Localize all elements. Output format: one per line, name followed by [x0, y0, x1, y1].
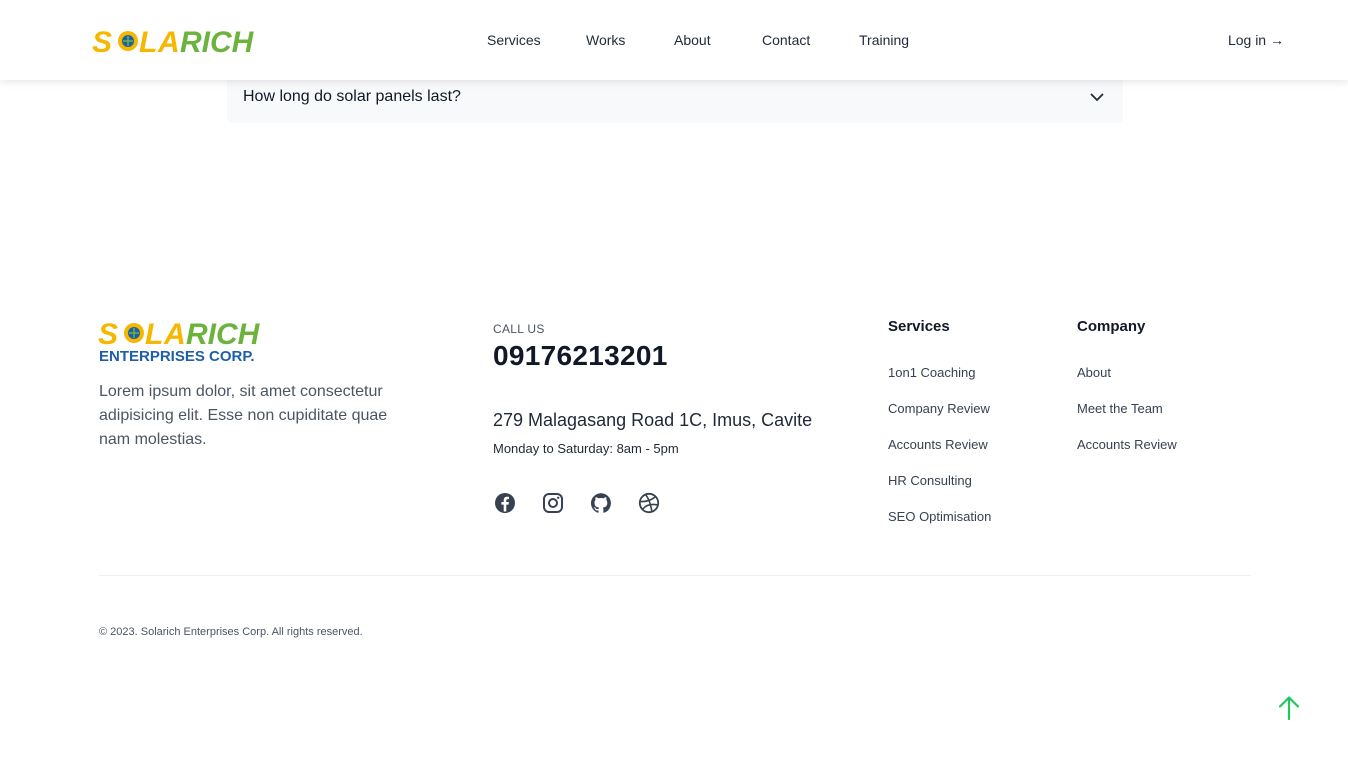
footer-link-accounts-review[interactable]: Accounts Review	[888, 437, 988, 452]
site-header: S L A RICH Services Works About Contact …	[0, 0, 1348, 80]
business-hours: Monday to Saturday: 8am - 5pm	[493, 441, 679, 456]
login-link[interactable]: Log in →	[1228, 32, 1284, 48]
svg-text:RICH: RICH	[186, 318, 261, 351]
footer-link-about[interactable]: About	[1077, 365, 1111, 380]
footer-description: Lorem ipsum dolor, sit amet consectetur …	[99, 383, 388, 448]
brand-logo[interactable]: S L A RICH	[92, 24, 264, 59]
dribbble-icon[interactable]	[637, 491, 661, 515]
company-heading: Company	[1077, 318, 1146, 335]
footer-link-team[interactable]: Meet the Team	[1077, 401, 1163, 416]
chevron-down-icon[interactable]	[1087, 87, 1107, 107]
faq-question: How long do solar panels last?	[243, 87, 461, 105]
footer-link-seo[interactable]: SEO Optimisation	[888, 509, 991, 524]
instagram-icon[interactable]	[541, 491, 565, 515]
nav-contact[interactable]: Contact	[762, 32, 810, 48]
nav-about[interactable]: About	[674, 32, 711, 48]
svg-text:S: S	[98, 318, 118, 351]
services-heading: Services	[888, 318, 950, 335]
copyright: © 2023. Solarich Enterprises Corp. All r…	[99, 626, 363, 638]
github-icon[interactable]	[589, 491, 613, 515]
facebook-icon[interactable]	[493, 491, 517, 515]
svg-text:L: L	[145, 318, 163, 351]
svg-text:A: A	[157, 26, 180, 56]
footer-link-coaching[interactable]: 1on1 Coaching	[888, 365, 975, 380]
svg-text:RICH: RICH	[180, 26, 255, 56]
logo-subtext: ENTERPRISES CORP.	[99, 348, 255, 364]
call-us-label: CALL US	[493, 322, 545, 336]
footer-logo[interactable]: S L A RICH ENTERPRISES CORP.	[98, 316, 270, 365]
address: 279 Malagasang Road 1C, Imus, Cavite	[493, 410, 813, 430]
footer-link-hr-consulting[interactable]: HR Consulting	[888, 473, 972, 488]
svg-text:A: A	[163, 318, 186, 351]
footer-link-company-review[interactable]: Company Review	[888, 401, 990, 416]
svg-text:S: S	[92, 26, 112, 56]
nav-training[interactable]: Training	[859, 32, 909, 48]
svg-text:L: L	[139, 26, 157, 56]
arrow-up-icon[interactable]	[1276, 694, 1302, 722]
footer-divider	[99, 575, 1251, 576]
nav-services[interactable]: Services	[487, 32, 541, 48]
phone-number[interactable]: 09176213201	[493, 340, 668, 372]
nav-works[interactable]: Works	[586, 32, 625, 48]
footer-link-accounts[interactable]: Accounts Review	[1077, 437, 1177, 452]
